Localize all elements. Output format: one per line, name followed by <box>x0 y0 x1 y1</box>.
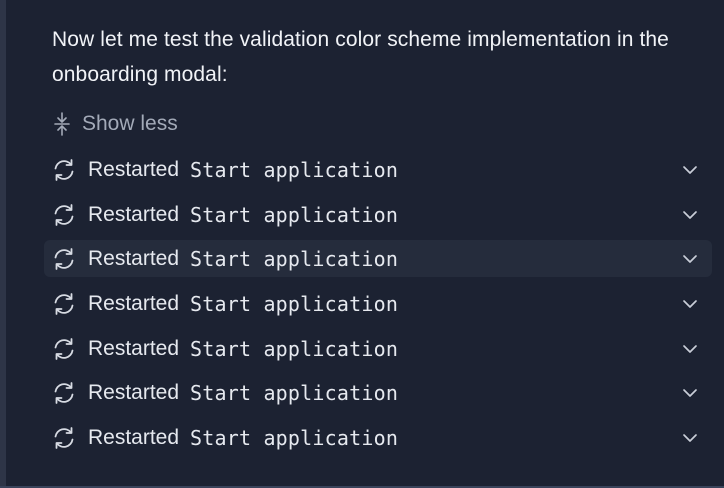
restart-icon <box>51 291 77 317</box>
tool-call-status: Restarted <box>88 292 180 316</box>
restart-icon <box>51 202 77 228</box>
chevron-down-icon[interactable] <box>682 252 698 264</box>
tool-call-status: Restarted <box>88 381 180 405</box>
tool-call-detail: Start application <box>190 247 399 272</box>
tool-call-list: Restarted Start application Restarted St… <box>44 151 712 464</box>
tool-call-status: Restarted <box>88 247 180 271</box>
show-less-label: Show less <box>82 112 178 135</box>
chevron-down-icon[interactable] <box>682 431 698 443</box>
tool-call-row[interactable]: Restarted Start application <box>44 285 712 322</box>
restart-icon <box>51 380 77 406</box>
tool-call-row[interactable]: Restarted Start application <box>44 374 712 411</box>
chevron-down-icon[interactable] <box>682 297 698 309</box>
tool-call-row[interactable]: Restarted Start application <box>44 330 712 367</box>
tool-call-status: Restarted <box>88 158 180 181</box>
chevron-down-icon[interactable] <box>682 386 698 398</box>
tool-call-status: Restarted <box>88 202 180 226</box>
assistant-message: Now let me test the validation color sch… <box>52 28 669 86</box>
tool-call-status: Restarted <box>88 426 180 450</box>
panel-left-border <box>0 0 6 488</box>
tool-call-status: Restarted <box>88 336 180 360</box>
restart-icon <box>51 425 77 451</box>
chevron-down-icon[interactable] <box>682 342 698 354</box>
show-less-toggle[interactable]: Show less <box>54 106 178 142</box>
restart-icon <box>51 157 77 183</box>
collapse-icon <box>54 112 70 136</box>
restart-icon <box>51 246 77 272</box>
tool-call-row[interactable]: Restarted Start application <box>44 419 712 456</box>
tool-call-row[interactable]: Restarted Start application <box>44 196 712 233</box>
tool-call-detail: Start application <box>190 336 399 361</box>
tool-call-detail: Start application <box>190 292 399 317</box>
tool-call-detail: Start application <box>190 426 399 451</box>
tool-call-detail: Start application <box>190 381 399 406</box>
restart-icon <box>51 336 77 362</box>
chevron-down-icon[interactable] <box>682 208 698 220</box>
chevron-down-icon[interactable] <box>682 163 698 175</box>
tool-call-detail: Start application <box>190 158 399 182</box>
tool-call-row[interactable]: Restarted Start application <box>44 240 712 278</box>
tool-call-row[interactable]: Restarted Start application <box>44 151 712 188</box>
tool-call-detail: Start application <box>190 202 399 227</box>
